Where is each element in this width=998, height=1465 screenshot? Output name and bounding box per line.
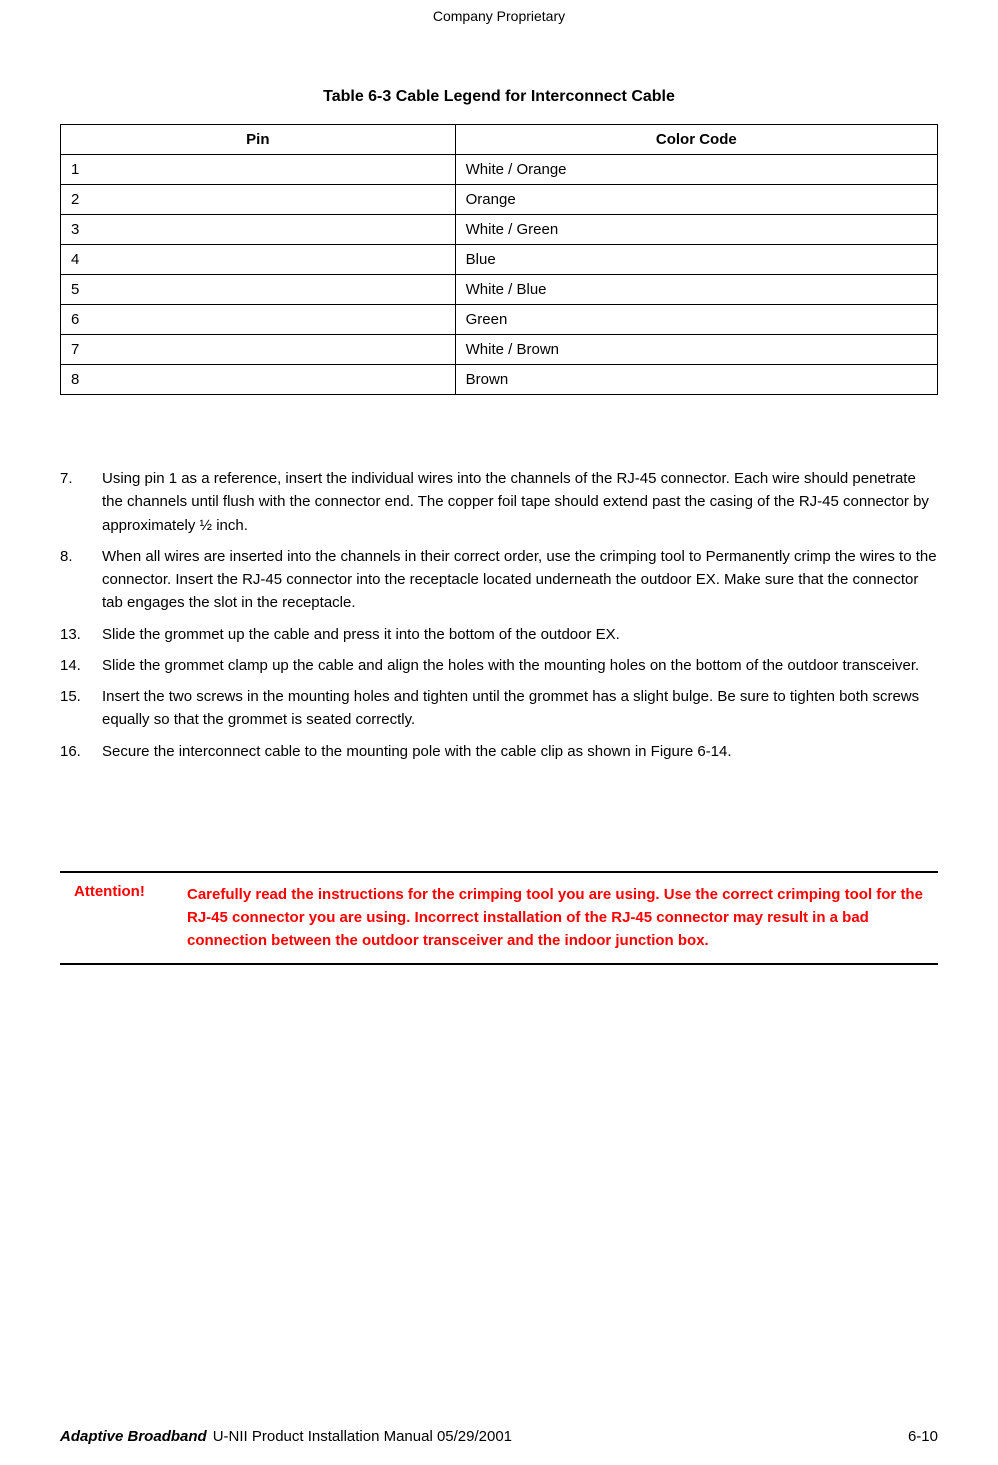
table-header-row: Pin Color Code — [61, 125, 938, 155]
footer-left: Adaptive Broadband U-NII Product Install… — [60, 1428, 512, 1445]
color-cell: White / Green — [455, 215, 937, 245]
footer-page: 6-10 — [908, 1428, 938, 1445]
instruction-text: Slide the grommet up the cable and press… — [102, 623, 938, 646]
page-footer: Adaptive Broadband U-NII Product Install… — [0, 1428, 998, 1445]
footer-manual: U-NII Product Installation Manual 05/29/… — [213, 1428, 512, 1445]
table-row: 4Blue — [61, 245, 938, 275]
table-row: 3White / Green — [61, 215, 938, 245]
table-row: 2Orange — [61, 185, 938, 215]
footer-brand: Adaptive Broadband — [60, 1428, 207, 1445]
attention-box: Attention! Carefully read the instructio… — [60, 871, 938, 965]
page-header: Company Proprietary — [0, 0, 998, 28]
instruction-number: 8. — [60, 545, 102, 615]
table-row: 1White / Orange — [61, 155, 938, 185]
instruction-number: 7. — [60, 467, 102, 537]
instruction-item: 16.Secure the interconnect cable to the … — [60, 740, 938, 763]
pin-cell: 3 — [61, 215, 456, 245]
attention-text: Carefully read the instructions for the … — [187, 883, 924, 953]
instruction-text: When all wires are inserted into the cha… — [102, 545, 938, 615]
col-header-color: Color Code — [455, 125, 937, 155]
color-cell: Green — [455, 305, 937, 335]
table-row: 5White / Blue — [61, 275, 938, 305]
cable-legend-table: Pin Color Code 1White / Orange2Orange3Wh… — [60, 124, 938, 395]
instruction-text: Insert the two screws in the mounting ho… — [102, 685, 938, 732]
main-content: Table 6-3 Cable Legend for Interconnect … — [0, 28, 998, 871]
color-cell: White / Blue — [455, 275, 937, 305]
instruction-text: Secure the interconnect cable to the mou… — [102, 740, 938, 763]
instructions-section: 7.Using pin 1 as a reference, insert the… — [60, 467, 938, 763]
instruction-item: 13.Slide the grommet up the cable and pr… — [60, 623, 938, 646]
pin-cell: 5 — [61, 275, 456, 305]
table-row: 6Green — [61, 305, 938, 335]
color-cell: White / Orange — [455, 155, 937, 185]
instruction-item: 15.Insert the two screws in the mounting… — [60, 685, 938, 732]
pin-cell: 1 — [61, 155, 456, 185]
table-title: Table 6-3 Cable Legend for Interconnect … — [60, 88, 938, 106]
color-cell: White / Brown — [455, 335, 937, 365]
instruction-number: 15. — [60, 685, 102, 732]
pin-cell: 4 — [61, 245, 456, 275]
instruction-number: 14. — [60, 654, 102, 677]
instruction-item: 14.Slide the grommet clamp up the cable … — [60, 654, 938, 677]
instruction-item: 7.Using pin 1 as a reference, insert the… — [60, 467, 938, 537]
header-title: Company Proprietary — [433, 8, 565, 24]
color-cell: Blue — [455, 245, 937, 275]
pin-cell: 7 — [61, 335, 456, 365]
color-cell: Brown — [455, 365, 937, 395]
pin-cell: 8 — [61, 365, 456, 395]
instruction-item: 8.When all wires are inserted into the c… — [60, 545, 938, 615]
instruction-text: Using pin 1 as a reference, insert the i… — [102, 467, 938, 537]
pin-cell: 2 — [61, 185, 456, 215]
instruction-number: 16. — [60, 740, 102, 763]
color-cell: Orange — [455, 185, 937, 215]
table-row: 7White / Brown — [61, 335, 938, 365]
instruction-number: 13. — [60, 623, 102, 646]
attention-label: Attention! — [74, 883, 179, 953]
table-row: 8Brown — [61, 365, 938, 395]
pin-cell: 6 — [61, 305, 456, 335]
instruction-text: Slide the grommet clamp up the cable and… — [102, 654, 938, 677]
col-header-pin: Pin — [61, 125, 456, 155]
